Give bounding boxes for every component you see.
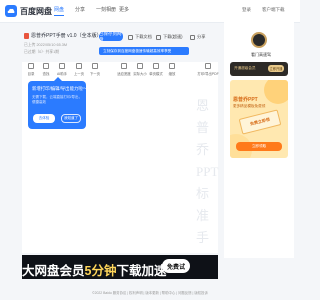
banner-suffix: 下载加速: [116, 264, 167, 278]
footer-links[interactable]: ©2022 Baidu 服务协议 | 权利声明 | 版本更新 | 帮助中心 | …: [0, 290, 300, 295]
viewer-button-label: 缩放: [168, 72, 176, 76]
viewer-button-page[interactable]: 单页模式: [149, 63, 163, 76]
fullscreen-icon: [137, 63, 143, 69]
viewer-button-fullscreen[interactable]: 实际大小: [133, 63, 147, 76]
viewer-button-label: AI助手: [57, 72, 67, 76]
ppt-file-icon: [24, 33, 29, 39]
login-link[interactable]: 登录: [242, 7, 251, 13]
banner-free-trial-button[interactable]: 免费试: [162, 259, 190, 273]
download-link[interactable]: 下载文档: [128, 34, 152, 40]
nav-more[interactable]: 更多: [119, 6, 129, 13]
download-icon: [128, 34, 133, 40]
banner-text: 大网盘会员5分钟下载加速: [22, 260, 166, 279]
viewer-button-label: 上一页: [73, 72, 85, 76]
grid-icon: [28, 63, 34, 69]
nav-share[interactable]: 分享: [75, 6, 85, 13]
save-to-netdisk-button[interactable]: 已保存到网盘: [99, 31, 123, 42]
viewer-button-label: 查找: [42, 72, 50, 76]
document-watermark-text: 恩普乔PPT标准手: [196, 98, 218, 245]
ai-icon: [59, 63, 65, 69]
viewer-button-arrow-up[interactable]: 上一页: [73, 63, 85, 76]
arrow-down-icon: [92, 63, 98, 69]
client-download-link[interactable]: 客户端下载: [262, 7, 285, 13]
viewer-button-print[interactable]: 打印/导出PDF: [197, 63, 219, 76]
file-title: 恩普乔PPT手册 v1.0（全本版）...: [31, 33, 106, 39]
share-label: 分享: [197, 34, 206, 39]
print-icon: [205, 63, 211, 69]
logo-text[interactable]: 百度网盘: [20, 6, 52, 17]
viewer-button-ai[interactable]: AI助手: [56, 63, 68, 76]
download-fast-icon: [156, 34, 161, 40]
download-fast-link[interactable]: 下载(超速): [156, 34, 183, 40]
viewer-button-search[interactable]: 查找: [40, 63, 52, 76]
viewer-button-label: 下一页: [89, 72, 101, 76]
vip-open-button[interactable]: 立即开通: [268, 65, 284, 72]
popup-body: 无需下载，云端直接打印/导出，便捷高效: [32, 95, 82, 104]
viewer-button-grid[interactable]: 目录: [25, 63, 37, 76]
promo-subtitle: 更多精品模板免费领: [233, 104, 266, 108]
promo-claim-button[interactable]: 立即领取: [236, 142, 282, 151]
promo-title: 恩普乔PPT: [233, 97, 258, 103]
zoom-icon: [169, 63, 175, 69]
viewer-button-fit[interactable]: 适应宽度: [117, 63, 131, 76]
viewer-button-label: 目录: [27, 72, 35, 76]
fit-icon: [121, 63, 127, 69]
page-icon: [153, 63, 159, 69]
viewer-button-arrow-down[interactable]: 下一页: [89, 63, 101, 76]
try-now-button[interactable]: 去体验: [33, 114, 55, 123]
save-tooltip: 立刻保存到百度网盘极速传输超高效率享受: [99, 47, 189, 55]
baidu-netdisk-logo-icon[interactable]: [5, 5, 17, 17]
username: 看门高速驾: [251, 52, 271, 57]
share-icon: [190, 34, 195, 40]
viewer-button-zoom[interactable]: 缩放: [166, 63, 178, 76]
share-link[interactable]: 分享: [190, 34, 205, 40]
arrow-up-icon: [76, 63, 82, 69]
viewer-button-label: 打印/导出PDF: [197, 72, 219, 76]
vip-text: 开通超级会员: [234, 66, 256, 70]
banner-prefix: 大网盘会员: [22, 264, 85, 278]
file-meta: 已过期（0）· 共享1期: [24, 50, 60, 54]
viewer-button-label: 单页模式: [149, 72, 163, 76]
download-label: 下载文档: [135, 34, 152, 39]
nav-netdisk[interactable]: 网盘: [54, 6, 65, 16]
download-fast-label: 下载(超速): [163, 34, 183, 39]
got-it-button[interactable]: 我知道了: [61, 114, 81, 123]
viewer-button-label: 适应宽度: [117, 72, 131, 76]
avatar[interactable]: [251, 32, 267, 48]
nav-album[interactable]: 一刻相册: [96, 6, 116, 13]
viewer-button-label: 实际大小: [133, 72, 147, 76]
file-size: 已上传 2022/05/10 65.3M: [24, 43, 68, 47]
popup-title: 新增打印/编辑/导出能力啦～: [32, 86, 88, 91]
search-icon: [43, 63, 49, 69]
banner-number: 5分钟: [84, 264, 117, 278]
